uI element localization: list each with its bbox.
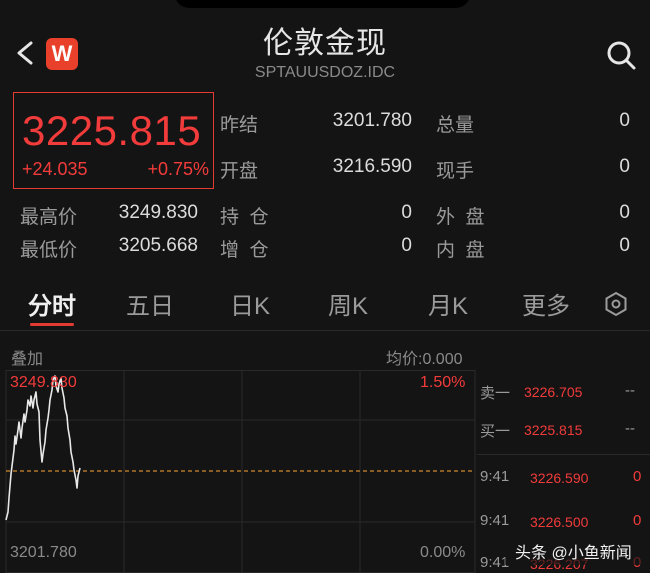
increase-label: 增 仓	[220, 240, 269, 261]
tick-volume: 0	[633, 512, 642, 529]
low-label: 最低价	[20, 240, 78, 261]
page-title: 伦敦金现	[263, 27, 387, 60]
open-value: 3216.590	[332, 156, 412, 177]
inner-value: 0	[619, 235, 630, 256]
low-value: 3205.668	[118, 235, 198, 256]
tab-intraday[interactable]: 分时	[28, 286, 76, 321]
tab-five-day[interactable]: 五日	[126, 286, 174, 321]
sell1-volume: --	[625, 382, 635, 399]
total-volume-value: 0	[619, 110, 630, 131]
current-price-box: 3225.815 +24.035 +0.75%	[13, 92, 214, 189]
overlay-button[interactable]: 叠加	[11, 345, 43, 369]
tab-more[interactable]: 更多	[522, 286, 570, 321]
current-hand-value: 0	[619, 156, 630, 177]
chart-max-pct: 1.50%	[420, 374, 466, 391]
tick-price: 3226.500	[530, 514, 589, 530]
tab-monthly-k[interactable]: 月K	[428, 286, 468, 321]
high-value: 3249.830	[118, 202, 198, 223]
buy1-volume: --	[625, 420, 635, 437]
price-change: +24.035	[22, 159, 88, 179]
intraday-chart[interactable]	[0, 370, 476, 573]
tab-weekly-k[interactable]: 周K	[328, 286, 368, 321]
increase-value: 0	[401, 235, 412, 256]
buy1-price: 3225.815	[524, 422, 583, 438]
outer-value: 0	[619, 202, 630, 223]
outer-label: 外 盘	[436, 207, 485, 228]
price-change-pct: +0.75%	[147, 159, 209, 179]
settings-icon[interactable]	[602, 290, 630, 318]
active-tab-indicator	[30, 323, 74, 326]
prev-close-value: 3201.780	[332, 110, 412, 131]
chart-tabs: 分时 五日 日K 周K 月K 更多	[0, 276, 650, 330]
watermark-text: 头条 @小鱼新闻	[515, 545, 632, 562]
sell1-price: 3226.705	[524, 384, 583, 400]
open-label: 开盘	[220, 161, 259, 182]
chart-min-price: 3201.780	[10, 544, 77, 561]
average-price-label: 均价:0.000	[386, 351, 463, 368]
tick-time: 9:41	[480, 512, 510, 529]
search-icon[interactable]	[604, 38, 638, 72]
prev-close-label: 昨结	[220, 115, 259, 136]
chart-max-price: 3249.830	[10, 374, 77, 391]
current-price: 3225.815	[22, 107, 202, 154]
tick-time: 9:41	[480, 468, 510, 485]
position-label: 持 仓	[220, 207, 269, 228]
order-book-divider	[477, 454, 650, 455]
tick-volume: 0	[633, 468, 642, 485]
instrument-code: SPTAUUSDOZ.IDC	[254, 64, 396, 81]
high-label: 最高价	[20, 207, 78, 228]
header: W 伦敦金现 SPTAUUSDOZ.IDC	[0, 0, 650, 90]
price-line	[5, 375, 81, 521]
current-hand-label: 现手	[436, 161, 475, 182]
inner-label: 内 盘	[436, 240, 485, 261]
position-value: 0	[401, 202, 412, 223]
tabs-divider	[0, 330, 650, 331]
tick-price: 3226.590	[530, 470, 589, 486]
buy1-label: 买一	[480, 423, 511, 440]
watermark: 头条 @小鱼新闻	[505, 533, 645, 565]
total-volume-label: 总量	[436, 115, 475, 136]
sell1-label: 卖一	[480, 385, 511, 402]
chart-min-pct: 0.00%	[420, 544, 466, 561]
tab-daily-k[interactable]: 日K	[230, 286, 270, 321]
